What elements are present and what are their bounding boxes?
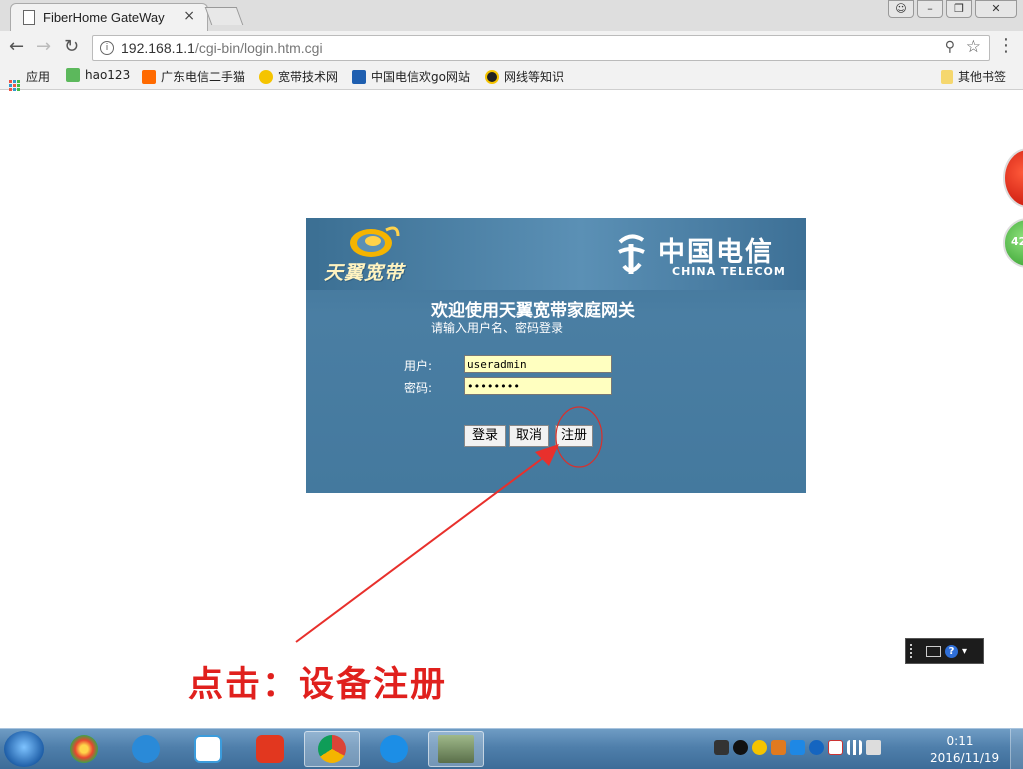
china-telecom-logo-icon xyxy=(618,234,645,274)
browser-toolbar: ← → ↻ i 192.168.1.1/cgi-bin/login.htm.cg… xyxy=(0,31,1023,63)
taskbar-pinned-app[interactable] xyxy=(56,731,112,767)
tray-animal-icon[interactable] xyxy=(771,740,786,755)
tianyi-logo-icon xyxy=(350,226,400,257)
other-bookmarks[interactable]: 其他书签 xyxy=(941,68,1006,85)
taskbar-chrome[interactable] xyxy=(304,731,360,767)
china-telecom-cn: 中国电信 xyxy=(658,237,774,268)
welcome-title: 欢迎使用天翼宽带家庭网关 xyxy=(431,301,635,321)
folder-icon xyxy=(941,70,953,84)
login-panel: 天翼宽带 中国电信 CHINA TELECOM 欢迎使用天翼宽带家庭网关 请输入… xyxy=(306,218,806,493)
hao123-icon xyxy=(66,68,80,82)
show-desktop-button[interactable] xyxy=(1010,729,1023,769)
login-header: 天翼宽带 中国电信 CHINA TELECOM xyxy=(306,218,806,290)
china-telecom-en: CHINA TELECOM xyxy=(672,265,786,278)
green-widget-badge: 42 xyxy=(1011,235,1023,248)
url-text[interactable]: 192.168.1.1/cgi-bin/login.htm.cgi xyxy=(121,40,323,56)
network-warning-icon[interactable] xyxy=(828,740,843,755)
new-tab-button[interactable] xyxy=(204,7,244,25)
floating-green-widget[interactable]: 42 xyxy=(1003,218,1023,268)
tab-close-icon[interactable]: × xyxy=(183,8,195,24)
start-button[interactable] xyxy=(4,731,44,767)
site-info-icon[interactable]: i xyxy=(100,41,114,55)
password-input[interactable] xyxy=(464,377,612,395)
register-button[interactable]: 注册 xyxy=(555,425,593,447)
cancel-button[interactable]: 取消 xyxy=(509,425,549,447)
page-icon xyxy=(23,10,35,25)
key-icon[interactable]: ⚲ xyxy=(945,39,955,55)
bookmarks-bar: 应用 hao123 广东电信二手猫 宽带技术网 中国电信欢go网站 网线等知识 … xyxy=(0,63,1023,91)
ime-options-icon[interactable]: ▾ xyxy=(962,646,967,657)
tray-app-icon[interactable] xyxy=(714,740,729,755)
ime-toolbar[interactable]: ? ▾ xyxy=(905,638,984,664)
taskbar-ie[interactable] xyxy=(118,731,174,767)
login-subtitle: 请输入用户名、密码登录 xyxy=(431,321,564,335)
system-tray xyxy=(714,740,881,755)
taobao-icon xyxy=(142,70,156,84)
bookmark-taobao[interactable]: 广东电信二手猫 xyxy=(142,68,245,85)
username-input[interactable] xyxy=(464,355,612,373)
chrome-icon xyxy=(318,735,346,763)
reload-icon[interactable]: ↻ xyxy=(64,37,79,57)
tianyi-brand-text: 天翼宽带 xyxy=(324,262,405,284)
user-icon[interactable]: ☺ xyxy=(888,0,914,18)
ime-handle-icon[interactable] xyxy=(910,644,922,658)
bluetooth-icon[interactable] xyxy=(809,740,824,755)
username-label: 用户: xyxy=(404,359,433,373)
internet-explorer-icon xyxy=(132,735,160,763)
bookmark-apps[interactable]: 应用 xyxy=(9,68,50,91)
chrome-menu-icon[interactable]: ⋮ xyxy=(997,36,1015,56)
volume-icon[interactable] xyxy=(866,740,881,755)
kugou-icon xyxy=(380,735,408,763)
app-9-icon xyxy=(194,735,222,763)
keyboard-icon[interactable] xyxy=(926,645,941,657)
taskbar-clock[interactable]: 0:11 2016/11/19 xyxy=(930,733,1000,767)
web-icon xyxy=(485,70,499,84)
address-bar[interactable]: i 192.168.1.1/cgi-bin/login.htm.cgi ⚲ ☆ xyxy=(92,35,990,61)
taskbar-image-viewer[interactable] xyxy=(428,731,484,767)
password-label: 密码: xyxy=(404,381,433,395)
clock-time: 0:11 xyxy=(946,734,974,748)
bookmark-star-icon[interactable]: ☆ xyxy=(966,37,981,57)
forward-icon[interactable]: → xyxy=(36,37,51,57)
apps-icon xyxy=(9,80,20,91)
qq-icon[interactable] xyxy=(733,740,748,755)
bookmark-telecom[interactable]: 中国电信欢go网站 xyxy=(352,68,470,85)
annotation-caption: 点击：设备注册 xyxy=(188,665,448,705)
close-window-button[interactable]: ✕ xyxy=(975,0,1017,18)
telecom-icon xyxy=(352,70,366,84)
window-controls: ☺ – ❐ ✕ xyxy=(888,0,1017,18)
tray-plus-icon[interactable] xyxy=(752,740,767,755)
signal-icon[interactable] xyxy=(847,740,862,755)
ox-app-icon xyxy=(256,735,284,763)
minimize-button[interactable]: – xyxy=(917,0,943,18)
tray-grid-icon[interactable] xyxy=(790,740,805,755)
bookmark-broadband-tech[interactable]: 宽带技术网 xyxy=(259,68,338,85)
bird-image-icon xyxy=(438,735,474,763)
windows-taskbar: 0:11 2016/11/19 xyxy=(0,728,1023,769)
trophy-icon xyxy=(259,70,273,84)
clock-date: 2016/11/19 xyxy=(930,751,1000,765)
tab-title: FiberHome GateWay xyxy=(43,10,165,25)
login-button[interactable]: 登录 xyxy=(464,425,506,447)
colorful-app-icon xyxy=(70,735,98,763)
bookmark-hao123[interactable]: hao123 xyxy=(66,68,130,82)
floating-red-widget[interactable] xyxy=(1003,148,1023,208)
back-icon[interactable]: ← xyxy=(9,37,24,57)
taskbar-app-ox[interactable] xyxy=(242,731,298,767)
taskbar-kugou[interactable] xyxy=(366,731,422,767)
restore-button[interactable]: ❐ xyxy=(946,0,972,18)
taskbar-app-9[interactable] xyxy=(180,731,236,767)
bookmark-network-knowledge[interactable]: 网线等知识 xyxy=(485,68,564,85)
browser-titlebar: FiberHome GateWay × ☺ – ❐ ✕ xyxy=(0,0,1023,32)
help-icon[interactable]: ? xyxy=(945,644,958,658)
browser-tab[interactable]: FiberHome GateWay × xyxy=(10,3,208,32)
